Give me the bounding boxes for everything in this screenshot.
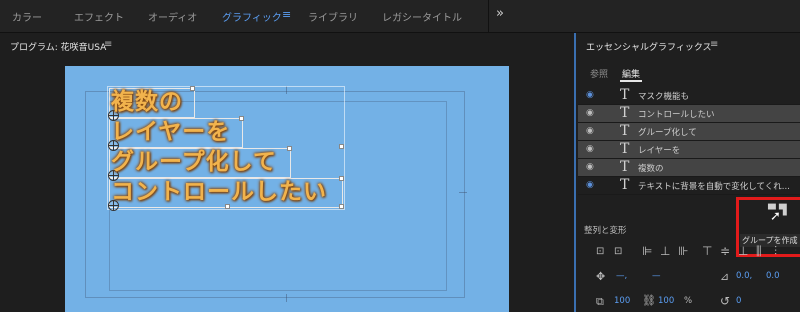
align-to-video-frame-icon[interactable]: ⊡ bbox=[596, 246, 604, 257]
resize-handle[interactable] bbox=[190, 86, 195, 91]
align-middle-vertical-icon[interactable]: ≑ bbox=[720, 244, 730, 258]
text-layer-icon: T bbox=[620, 159, 630, 175]
visibility-off-icon[interactable]: ◉ bbox=[586, 90, 594, 100]
text-layer-icon: T bbox=[620, 141, 630, 157]
resize-handle[interactable] bbox=[287, 146, 292, 151]
visibility-eye-icon[interactable]: ◉ bbox=[586, 126, 594, 136]
workspace-tab-libraries[interactable]: ライブラリ bbox=[308, 9, 358, 24]
canvas-text-line[interactable]: コントロールしたい bbox=[111, 179, 327, 205]
workspace-tab-effects[interactable]: エフェクト bbox=[74, 9, 124, 24]
scale-height-value[interactable]: 100 bbox=[658, 296, 674, 306]
visibility-off-icon[interactable]: ◉ bbox=[586, 180, 594, 190]
essential-graphics-title: エッセンシャルグラフィックス bbox=[586, 43, 712, 53]
text-layer-icon: T bbox=[620, 105, 630, 121]
essential-graphics-panel: エッセンシャルグラフィックス ≡ 参照 編集 ◉ T マスク機能も ◉ T コン… bbox=[574, 33, 800, 312]
visibility-eye-icon[interactable]: ◉ bbox=[586, 144, 594, 154]
anchor-x-value[interactable]: 0.0, bbox=[736, 271, 752, 281]
workspace-tab-color[interactable]: カラー bbox=[12, 9, 42, 24]
active-tab-underline bbox=[620, 80, 642, 82]
canvas-text-line[interactable]: グループ化して bbox=[111, 149, 277, 175]
align-left-icon[interactable]: ⊫ bbox=[642, 244, 652, 258]
position-x-value[interactable]: —, bbox=[616, 271, 627, 281]
layer-name: マスク機能も bbox=[638, 92, 690, 102]
layer-row[interactable]: ◉ T マスク機能も bbox=[578, 87, 800, 105]
layer-row[interactable]: ◉ T テキストに背景を自動で変化してくれ... bbox=[578, 177, 800, 195]
program-monitor-menu-icon[interactable]: ≡ bbox=[104, 39, 112, 50]
workspace-divider bbox=[488, 0, 489, 32]
workspace-menu-icon[interactable]: ≡ bbox=[282, 8, 291, 21]
layer-name: 複数の bbox=[638, 164, 664, 174]
position-icon: ✥ bbox=[596, 270, 606, 283]
resize-handle[interactable] bbox=[239, 116, 244, 121]
layer-row[interactable]: ◉ T コントロールしたい bbox=[578, 105, 800, 123]
layer-name: グループ化して bbox=[638, 128, 697, 138]
layer-name: コントロールしたい bbox=[638, 110, 715, 120]
workspace-tab-legacy-titles[interactable]: レガシータイトル bbox=[382, 9, 462, 24]
workspace-tab-audio[interactable]: オーディオ bbox=[148, 9, 197, 24]
align-to-selection-icon[interactable]: ⊡ bbox=[614, 246, 622, 257]
text-layer-icon: T bbox=[620, 123, 630, 139]
guide-tick bbox=[459, 192, 467, 193]
align-transform-label: 整列と変形 bbox=[584, 226, 627, 236]
visibility-eye-icon[interactable]: ◉ bbox=[586, 162, 594, 172]
text-layer-icon: T bbox=[620, 87, 630, 103]
distribute-horizontal-icon[interactable]: ⫼ bbox=[756, 244, 762, 259]
text-layer-icon: T bbox=[620, 177, 630, 193]
visibility-eye-icon[interactable]: ◉ bbox=[586, 108, 594, 118]
program-monitor-title: プログラム: 花咲音USA bbox=[10, 43, 107, 53]
layer-row[interactable]: ◉ T レイヤーを bbox=[578, 141, 800, 159]
distribute-vertical-icon[interactable]: ⫶ bbox=[774, 244, 777, 259]
position-y-value[interactable]: — bbox=[652, 271, 661, 281]
layer-name: テキストに背景を自動で変化してくれ... bbox=[638, 182, 790, 192]
video-canvas[interactable]: 複数の レイヤーを グループ化して コントロールしたい bbox=[65, 66, 509, 312]
align-top-icon[interactable]: ⊤ bbox=[702, 244, 712, 258]
anchor-y-value[interactable]: 0.0 bbox=[766, 271, 780, 281]
workspace-overflow-icon[interactable]: » bbox=[496, 6, 504, 21]
tab-browse[interactable]: 参照 bbox=[590, 67, 608, 80]
mouse-cursor-icon: ➚ bbox=[770, 209, 781, 224]
canvas-text-line[interactable]: レイヤーを bbox=[111, 119, 230, 145]
tab-edit[interactable]: 編集 bbox=[622, 67, 640, 80]
layer-row[interactable]: ◉ T 複数の bbox=[578, 159, 800, 177]
layer-row[interactable]: ◉ T グループ化して bbox=[578, 123, 800, 141]
create-group-tooltip: グループを作成 bbox=[740, 234, 800, 247]
essential-graphics-menu-icon[interactable]: ≡ bbox=[710, 39, 718, 50]
workspace-bar: カラー エフェクト オーディオ グラフィック ≡ ライブラリ レガシータイトル … bbox=[0, 0, 800, 33]
rotation-icon: ↺ bbox=[720, 294, 731, 308]
guide-tick bbox=[286, 294, 287, 302]
scale-value[interactable]: 100 bbox=[614, 296, 630, 306]
resize-handle[interactable] bbox=[339, 204, 344, 209]
align-center-horizontal-icon[interactable]: ⊥ bbox=[660, 244, 670, 258]
layer-name: レイヤーを bbox=[638, 146, 681, 156]
resize-handle[interactable] bbox=[339, 176, 344, 181]
scale-icon: ⧉ bbox=[596, 295, 604, 308]
link-icon[interactable]: ⛓ bbox=[642, 294, 656, 307]
rotation-value[interactable]: 0 bbox=[736, 296, 741, 306]
program-monitor: プログラム: 花咲音USA ≡ 複数の レイヤーを グループ化して コントロール… bbox=[0, 33, 570, 312]
resize-handle[interactable] bbox=[339, 144, 344, 149]
workspace-tab-graphics[interactable]: グラフィック bbox=[222, 9, 282, 24]
align-bottom-icon[interactable]: ⊥ bbox=[738, 244, 748, 258]
anchor-icon: ⊿ bbox=[720, 270, 730, 283]
align-right-icon[interactable]: ⊪ bbox=[678, 244, 688, 258]
layer-list: ◉ T マスク機能も ◉ T コントロールしたい ◉ T グループ化して ◉ T… bbox=[578, 87, 800, 195]
canvas-text-line[interactable]: 複数の bbox=[111, 89, 183, 115]
percent-unit: % bbox=[684, 296, 693, 306]
